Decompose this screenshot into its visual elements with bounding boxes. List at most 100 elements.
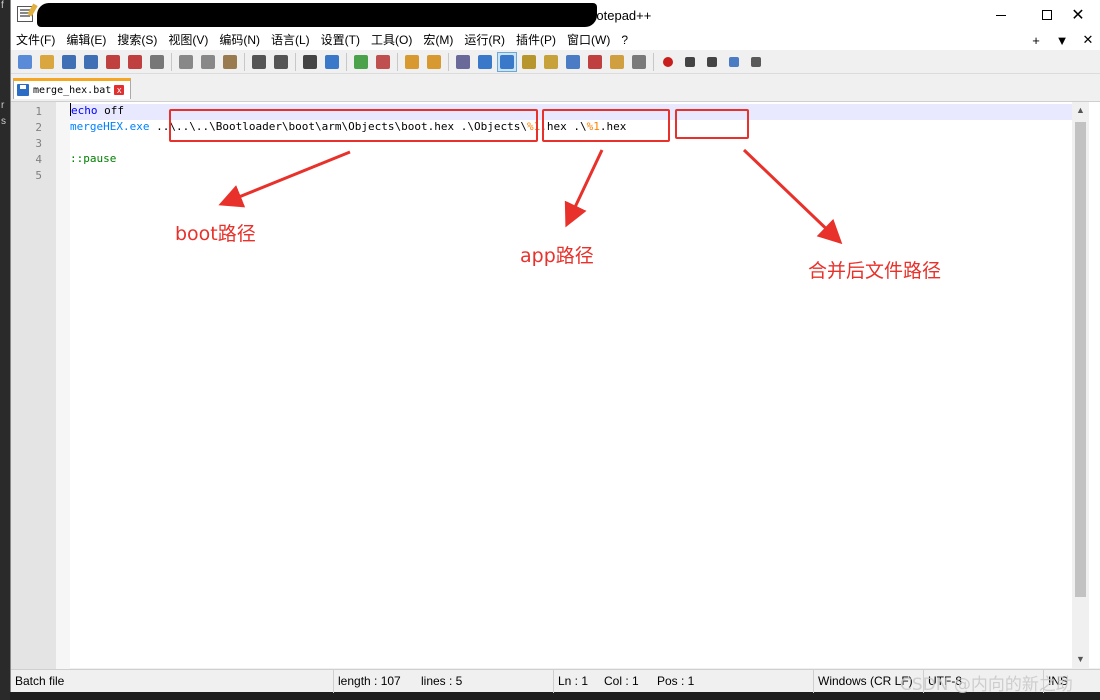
close-all-icon xyxy=(128,54,142,69)
scroll-down-icon[interactable]: ▼ xyxy=(1072,651,1089,668)
save-macro-icon xyxy=(751,56,761,67)
redo-button[interactable] xyxy=(271,52,291,72)
replace-button[interactable] xyxy=(322,52,342,72)
open-file-button[interactable] xyxy=(37,52,57,72)
menu-window[interactable]: 窗口(W) xyxy=(562,30,616,50)
doc-list-button[interactable] xyxy=(563,52,583,72)
vertical-scrollbar[interactable]: ▲ ▼ xyxy=(1072,102,1089,668)
doc-map-button[interactable] xyxy=(541,52,561,72)
menu-settings[interactable]: 设置(T) xyxy=(316,30,366,50)
scroll-up-icon[interactable]: ▲ xyxy=(1072,102,1089,119)
indent-guide-icon xyxy=(500,54,514,69)
run-macro-multiple-button[interactable] xyxy=(724,52,744,72)
close-all-button[interactable] xyxy=(125,52,145,72)
save-button[interactable] xyxy=(59,52,79,72)
monitor-button[interactable] xyxy=(629,52,649,72)
undo-button[interactable] xyxy=(249,52,269,72)
status-length: length : 107 xyxy=(333,670,401,693)
cut-icon xyxy=(179,54,193,69)
menu-run[interactable]: 运行(R) xyxy=(459,30,511,50)
save-icon xyxy=(62,54,76,69)
folder-workspace-button[interactable] xyxy=(607,52,627,72)
status-file-type: Batch file xyxy=(15,674,65,688)
saved-disk-icon xyxy=(17,84,29,96)
show-all-chars-icon xyxy=(478,54,492,69)
tab-close-icon[interactable]: x xyxy=(114,85,125,95)
maximize-icon xyxy=(1042,10,1052,20)
udl-icon xyxy=(522,54,536,69)
copy-icon xyxy=(201,54,215,69)
play-macro-icon xyxy=(707,56,717,67)
menu-tools[interactable]: 工具(O) xyxy=(366,30,418,50)
show-all-chars-button[interactable] xyxy=(475,52,495,72)
scroll-thumb[interactable] xyxy=(1075,122,1086,597)
cut-button[interactable] xyxy=(176,52,196,72)
find-button[interactable] xyxy=(300,52,320,72)
new-tab-button[interactable]: + xyxy=(1023,33,1049,48)
play-macro-button[interactable] xyxy=(702,52,722,72)
fold-margin[interactable] xyxy=(56,102,70,669)
undo-icon xyxy=(252,54,266,69)
indent-guide-button[interactable] xyxy=(497,51,517,72)
menu-bar: 文件(F) 编辑(E) 搜索(S) 视图(V) 编码(N) 语言(L) 设置(T… xyxy=(11,30,1100,50)
title-bar[interactable]: Notepad++ ✕ xyxy=(11,0,1100,30)
tab-list-button[interactable]: ▼ xyxy=(1049,33,1075,48)
stop-macro-button[interactable] xyxy=(680,52,700,72)
menu-file[interactable]: 文件(F) xyxy=(11,30,61,50)
toolbar-separator xyxy=(346,52,347,71)
run-macro-multiple-icon xyxy=(729,56,739,67)
sync-vertical-button[interactable] xyxy=(402,52,422,72)
record-macro-button[interactable] xyxy=(658,52,678,72)
minimize-button[interactable] xyxy=(978,0,1024,30)
close-button[interactable] xyxy=(103,52,123,72)
tab-merge-hex[interactable]: merge_hex.bat x xyxy=(13,78,131,99)
save-all-button[interactable] xyxy=(81,52,101,72)
menu-edit[interactable]: 编辑(E) xyxy=(61,30,112,50)
menu-language[interactable]: 语言(L) xyxy=(266,30,316,50)
paste-icon xyxy=(223,54,237,69)
menu-encoding[interactable]: 编码(N) xyxy=(214,30,266,50)
function-list-button[interactable] xyxy=(585,52,605,72)
editor-area[interactable]: 12345 echo off mergeHEX.exe ..\..\..\Boot… xyxy=(11,101,1100,669)
sync-horizontal-button[interactable] xyxy=(424,52,444,72)
window-title: Notepad++ xyxy=(587,8,652,23)
code-line[interactable]: echo off xyxy=(70,103,124,119)
status-lines: lines : 5 xyxy=(421,674,463,688)
code-token: echo xyxy=(71,104,98,117)
zoom-in-button[interactable] xyxy=(351,52,371,72)
notepad-window: Notepad++ ✕ 文件(F) 编辑(E) 搜索(S) 视图(V) 编码(N… xyxy=(10,0,1100,693)
paste-button[interactable] xyxy=(220,52,240,72)
menu-help[interactable]: ? xyxy=(616,30,634,50)
menu-search[interactable]: 搜索(S) xyxy=(112,30,163,50)
tab-bar: merge_hex.bat x xyxy=(11,75,1100,99)
annotation-app-label: app路径 xyxy=(520,245,594,267)
print-button[interactable] xyxy=(147,52,167,72)
udl-button[interactable] xyxy=(519,52,539,72)
function-list-icon xyxy=(588,54,602,69)
annotation-boot-label: boot路径 xyxy=(175,223,256,245)
notepad-app-icon xyxy=(17,6,33,22)
new-file-button[interactable] xyxy=(15,52,35,72)
copy-button[interactable] xyxy=(198,52,218,72)
status-col: Col : 1 xyxy=(604,674,639,688)
desktop-background: f r s xyxy=(0,0,10,700)
close-doc-button[interactable]: ✕ xyxy=(1075,32,1100,48)
open-file-icon xyxy=(40,54,54,69)
replace-icon xyxy=(325,54,339,69)
menu-macro[interactable]: 宏(M) xyxy=(418,30,459,50)
zoom-out-button[interactable] xyxy=(373,52,393,72)
menu-plugins[interactable]: 插件(P) xyxy=(511,30,562,50)
toolbar-separator xyxy=(171,52,172,71)
code-line[interactable]: ::pause xyxy=(70,151,116,167)
status-eol[interactable]: Windows (CR LF) xyxy=(813,670,913,693)
close-window-button[interactable]: ✕ xyxy=(1055,0,1100,30)
new-file-icon xyxy=(18,54,32,69)
word-wrap-button[interactable] xyxy=(453,52,473,72)
stop-macro-icon xyxy=(685,56,695,67)
annotation-box-app xyxy=(542,109,670,142)
toolbar-separator xyxy=(295,52,296,71)
toolbar-separator xyxy=(244,52,245,71)
save-macro-button[interactable] xyxy=(746,52,766,72)
minimize-icon xyxy=(996,14,1006,16)
menu-view[interactable]: 视图(V) xyxy=(163,30,214,50)
